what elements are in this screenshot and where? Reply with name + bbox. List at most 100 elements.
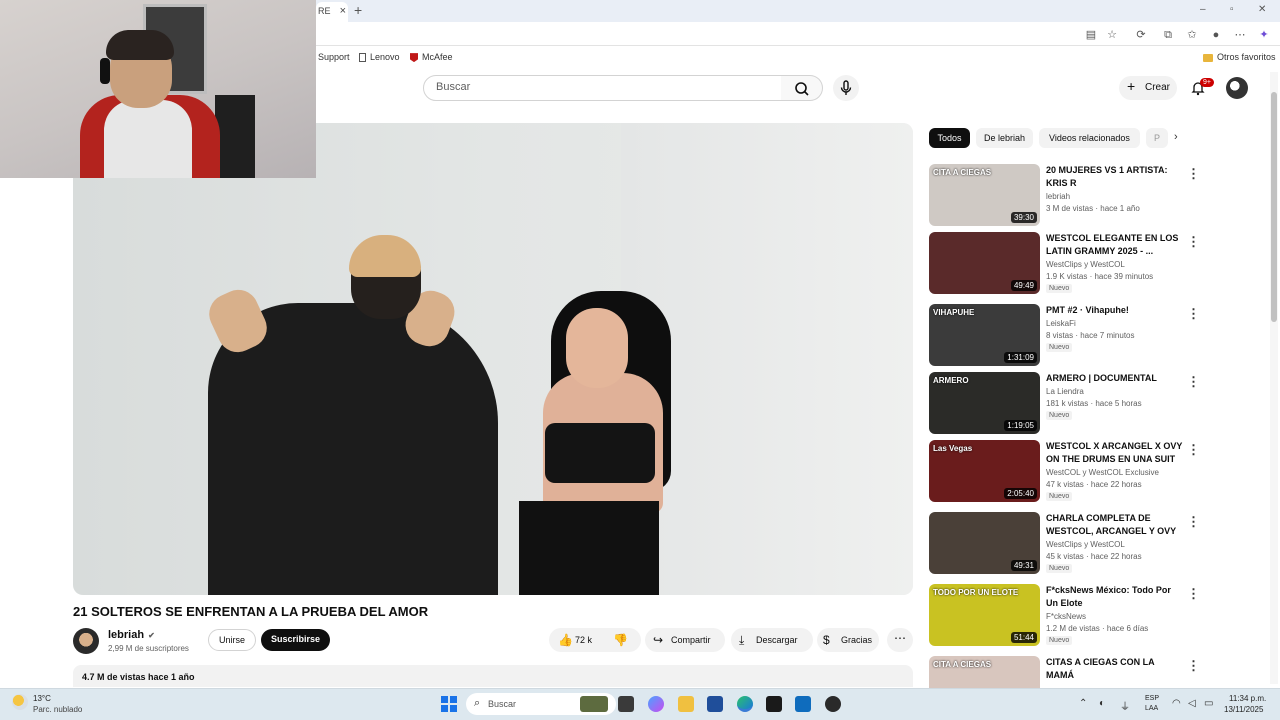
recommendation-title[interactable]: F*cksNews México: Todo Por Un Elote [1046, 584, 1184, 610]
more-vertical-icon[interactable]: ⋮ [1187, 306, 1200, 322]
volume-icon[interactable]: ◁ [1188, 698, 1196, 709]
close-window-icon[interactable]: ✕ [1258, 4, 1266, 15]
chip-more[interactable]: P [1146, 128, 1168, 148]
outlook-icon[interactable] [795, 696, 811, 712]
search-input[interactable]: Buscar [423, 75, 782, 101]
voice-search-button[interactable] [833, 75, 859, 101]
extensions-icon[interactable]: ⧉ [1162, 29, 1174, 41]
subscribe-button[interactable]: Suscribirse [261, 629, 330, 651]
favorite-star-icon[interactable]: ☆ [1106, 29, 1118, 41]
recommendation-title[interactable]: WESTCOL ELEGANTE EN LOS LATIN GRAMMY 202… [1046, 232, 1184, 258]
create-button[interactable]: + Crear [1119, 76, 1177, 100]
recommendation-title[interactable]: 20 MUJERES VS 1 ARTISTA: KRIS R [1046, 164, 1184, 190]
more-icon[interactable]: ⋯ [1234, 29, 1246, 41]
favorite-mcafee[interactable]: McAfee [410, 52, 453, 63]
weather-temperature[interactable]: 13°C [33, 694, 51, 703]
recommendation-channel[interactable]: WestClips y WestCOL [1046, 540, 1125, 549]
recommendation-item[interactable]: CITA A CIEGAS 39:30 20 MUJERES VS 1 ARTIST… [929, 164, 1200, 226]
recommendation-item[interactable]: TODO POR UN ELOTE 51:44 F*cksNews México: … [929, 584, 1200, 646]
recommendation-item[interactable]: 49:49 WESTCOL ELEGANTE EN LOS LATIN GRAMM… [929, 232, 1200, 294]
minimize-icon[interactable]: – [1200, 4, 1206, 15]
video-thumbnail[interactable]: 49:31 [929, 512, 1040, 574]
recommendation-title[interactable]: PMT #2 · Vihapuhe! [1046, 304, 1184, 317]
recommendation-channel[interactable]: LeiskaFi [1046, 319, 1076, 328]
thumbs-up-icon[interactable]: 👍 [558, 633, 573, 647]
video-thumbnail[interactable]: VIHAPUHE 1:31:09 [929, 304, 1040, 366]
keyboard-layout[interactable]: LAA [1145, 705, 1158, 712]
more-vertical-icon[interactable]: ⋮ [1187, 586, 1200, 602]
channel-avatar[interactable] [73, 628, 99, 654]
other-favorites[interactable]: Otros favoritos [1203, 52, 1276, 62]
avatar[interactable] [1226, 77, 1248, 99]
tab-close-icon[interactable]: × [340, 5, 346, 17]
thanks-button[interactable]: $ Gracias [817, 628, 879, 652]
refresh-icon[interactable]: ⟳ [1135, 29, 1147, 41]
profile-icon[interactable]: ● [1210, 29, 1222, 41]
chip-videos-relacionados[interactable]: Videos relacionados [1039, 128, 1140, 148]
search-button[interactable] [781, 75, 823, 101]
video-thumbnail[interactable]: CITA A CIEGAS 39:30 [929, 164, 1040, 226]
share-button[interactable]: ↪ Compartir [645, 628, 725, 652]
clock-date[interactable]: 13/11/2025 [1224, 705, 1263, 714]
recommendation-item[interactable]: ARMERO 1:19:05 ARMERO | DOCUMENTAL La Liend… [929, 372, 1200, 434]
video-thumbnail[interactable]: TODO POR UN ELOTE 51:44 [929, 584, 1040, 646]
edge-icon[interactable] [737, 696, 753, 712]
tray-app-icon[interactable]: ◐ [1099, 698, 1105, 709]
recommendation-item[interactable]: VIHAPUHE 1:31:09 PMT #2 · Vihapuhe! LeiskaF… [929, 304, 1200, 366]
recommendation-channel[interactable]: La Liendra [1046, 387, 1084, 396]
video-thumbnail[interactable]: ARMERO 1:19:05 [929, 372, 1040, 434]
usb-icon[interactable]: ⏚ [1120, 698, 1130, 713]
more-vertical-icon[interactable]: ⋮ [1187, 374, 1200, 390]
recommendation-channel[interactable]: WestClips y WestCOL [1046, 260, 1125, 269]
recommendation-channel[interactable]: WestCOL y WestCOL Exclusive [1046, 468, 1159, 477]
channel-name[interactable]: lebriah ✔ [108, 629, 155, 641]
maximize-icon[interactable]: ▫ [1230, 4, 1234, 15]
scrollbar-thumb[interactable] [1271, 92, 1277, 322]
more-vertical-icon[interactable]: ⋮ [1187, 442, 1200, 458]
favorites-icon[interactable]: ✩ [1186, 29, 1198, 41]
recommendation-channel[interactable]: lebriah [1046, 192, 1070, 201]
favorite-lenovo[interactable]: Lenovo [359, 52, 400, 63]
clock-time[interactable]: 11:34 p.m. [1229, 694, 1266, 703]
join-button[interactable]: Unirse [208, 629, 256, 651]
recommendation-title[interactable]: CHARLA COMPLETA DE WESTCOL, ARCANGEL Y O… [1046, 512, 1184, 538]
recommendation-item[interactable]: Las Vegas 2:05:40 WESTCOL X ARCANGEL X OVY… [929, 440, 1200, 502]
store-icon[interactable] [707, 696, 723, 712]
task-view-icon[interactable] [618, 696, 634, 712]
news-widget-icon[interactable] [580, 696, 608, 712]
weather-icon[interactable] [12, 694, 28, 710]
description-box[interactable]: 4.7 M de vistas hace 1 año [73, 665, 913, 687]
recommendation-title[interactable]: CITAS A CIEGAS CON LA MAMÁ [1046, 656, 1184, 682]
read-mode-icon[interactable]: ▤ [1085, 29, 1097, 41]
copilot-icon[interactable]: ✦ [1258, 29, 1270, 41]
chip-de-lebriah[interactable]: De lebriah [976, 128, 1033, 148]
recommendation-item[interactable]: 49:31 CHARLA COMPLETA DE WESTCOL, ARCANGE… [929, 512, 1200, 574]
weather-description[interactable]: Parc. nublado [33, 705, 82, 714]
video-thumbnail[interactable]: Las Vegas 2:05:40 [929, 440, 1040, 502]
recommendation-title[interactable]: ARMERO | DOCUMENTAL [1046, 372, 1184, 385]
more-vertical-icon[interactable]: ⋮ [1187, 514, 1200, 530]
favorite-support[interactable]: Support [318, 52, 350, 62]
recommendation-channel[interactable]: F*cksNews [1046, 612, 1086, 621]
video-player[interactable] [73, 123, 913, 595]
dropbox-icon[interactable] [766, 696, 782, 712]
more-vertical-icon[interactable]: ⋮ [1187, 234, 1200, 250]
wifi-icon[interactable]: ◠ [1172, 698, 1181, 709]
windows-start-icon[interactable] [441, 696, 457, 712]
video-thumbnail[interactable]: 49:49 [929, 232, 1040, 294]
thumbs-down-icon[interactable]: 👎 [613, 633, 628, 647]
browser-tab[interactable]: RE × [316, 2, 348, 22]
download-button[interactable]: ⤓ Descargar [731, 628, 813, 652]
more-vertical-icon[interactable]: ⋮ [1187, 166, 1200, 182]
new-tab-button[interactable]: + [354, 2, 362, 18]
recommendation-title[interactable]: WESTCOL X ARCANGEL X OVY ON THE DRUMS EN… [1046, 440, 1184, 466]
chevron-up-icon[interactable]: ⌃ [1079, 698, 1087, 709]
battery-icon[interactable]: ▭ [1204, 698, 1213, 709]
copilot-app-icon[interactable] [648, 696, 664, 712]
file-explorer-icon[interactable] [678, 696, 694, 712]
more-actions-button[interactable]: ⋯ [887, 628, 913, 652]
more-vertical-icon[interactable]: ⋮ [1187, 658, 1200, 674]
chip-todos[interactable]: Todos [929, 128, 970, 148]
language-indicator[interactable]: ESP [1145, 695, 1159, 702]
app-icon[interactable] [825, 696, 841, 712]
